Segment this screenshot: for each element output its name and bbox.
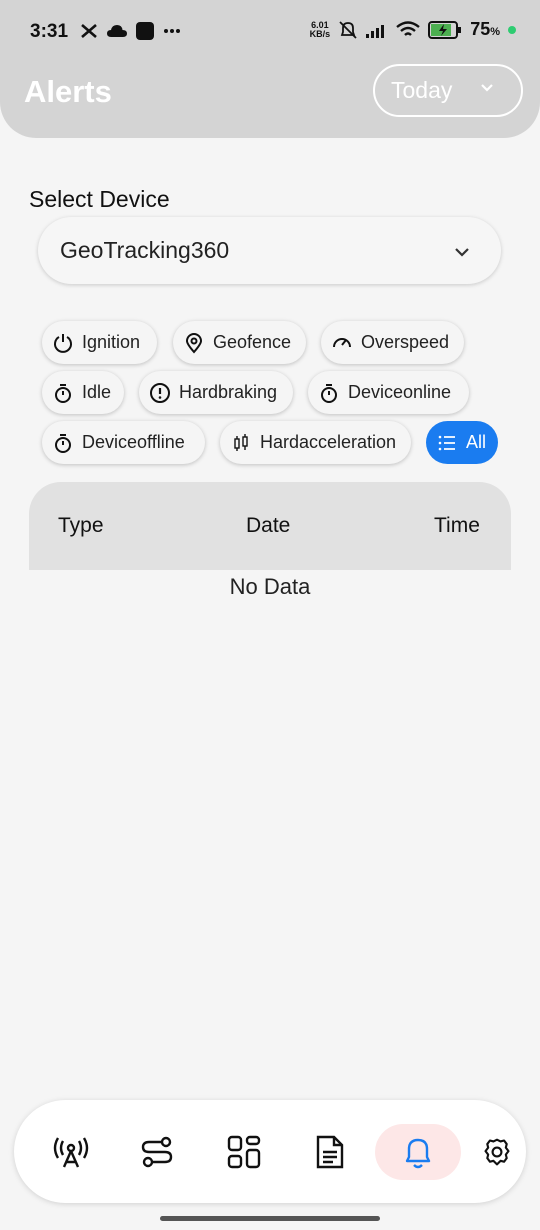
app-square-icon <box>136 22 154 40</box>
capcut-icon <box>81 24 97 38</box>
filter-chip-hardbraking[interactable]: Hardbraking <box>139 371 293 414</box>
network-speed: 6.01 KB/s <box>309 20 331 39</box>
route-icon <box>141 1136 173 1168</box>
device-selected-value: GeoTracking360 <box>60 237 230 263</box>
nav-live-tracking[interactable] <box>41 1122 101 1182</box>
cloud-icon <box>107 25 127 37</box>
filter-chip-label: Hardacceleration <box>260 432 397 452</box>
filter-chip-label: Overspeed <box>361 332 450 352</box>
nav-dashboard[interactable] <box>214 1122 274 1182</box>
stopwatch-icon <box>55 383 71 403</box>
page-title: Alerts <box>24 74 112 109</box>
nav-alerts[interactable] <box>375 1124 461 1180</box>
bell-icon <box>405 1138 431 1169</box>
filter-chip-idle[interactable]: Idle <box>42 371 124 414</box>
date-filter-dropdown[interactable]: Today <box>373 64 523 117</box>
filter-chip-deviceonline[interactable]: Deviceonline <box>308 371 469 414</box>
chevron-down-icon <box>455 248 469 257</box>
status-time: 3:31 <box>30 21 69 42</box>
location-pin-icon <box>185 332 203 354</box>
battery-charging-icon <box>428 20 462 39</box>
dashboard-grid-icon <box>227 1135 261 1169</box>
report-document-icon <box>316 1135 344 1169</box>
bell-muted-icon <box>339 20 357 39</box>
filter-chip-label: Deviceonline <box>348 382 452 402</box>
filter-chip-label: Ignition <box>82 332 141 352</box>
filter-chip-ignition[interactable]: Ignition <box>42 321 157 364</box>
filter-chip-geofence[interactable]: Geofence <box>173 321 306 364</box>
column-header-date: Date <box>246 514 291 537</box>
filter-chip-all[interactable]: All <box>426 421 498 464</box>
status-bar: 3:31 6.01 KB/s 75% <box>0 0 540 62</box>
battery-percent: 75% <box>470 19 500 39</box>
nav-routes[interactable] <box>127 1122 187 1182</box>
net-speed-unit: KB/s <box>309 28 331 39</box>
bottom-navigation <box>14 1100 526 1203</box>
filter-chip-hardacceleration[interactable]: Hardacceleration <box>220 421 411 464</box>
filter-chip-overspeed[interactable]: Overspeed <box>321 321 464 364</box>
app-header: 3:31 6.01 KB/s 75% Alerts Today <box>0 0 540 138</box>
filter-chip-label: Idle <box>82 382 112 402</box>
alert-circle-icon <box>150 382 170 403</box>
alerts-table-header: Type Date Time <box>29 482 511 570</box>
filter-chip-deviceoffline[interactable]: Deviceoffline <box>42 421 205 464</box>
filter-chip-label: Hardbraking <box>179 382 278 402</box>
status-dot-icon <box>508 25 516 34</box>
broadcast-tower-icon <box>53 1137 89 1168</box>
power-icon <box>54 333 72 353</box>
column-header-time: Time <box>434 514 480 537</box>
candlestick-icon <box>234 433 248 451</box>
empty-state-text: No Data <box>229 574 311 599</box>
nav-reports[interactable] <box>300 1122 360 1182</box>
device-dropdown[interactable]: GeoTracking360 <box>38 217 501 284</box>
wifi-icon <box>396 20 420 36</box>
filter-chip-label: All <box>466 432 487 452</box>
stopwatch-icon <box>55 433 71 453</box>
speedometer-icon <box>333 337 351 347</box>
stopwatch-icon <box>321 383 337 403</box>
filter-chip-label: Geofence <box>213 332 292 352</box>
select-device-label: Select Device <box>29 186 170 212</box>
chevron-down-icon <box>481 84 493 92</box>
list-icon <box>438 435 455 450</box>
home-indicator <box>160 1216 380 1221</box>
column-header-type: Type <box>58 514 104 537</box>
signal-icon <box>366 24 385 38</box>
filter-chip-label: Deviceoffline <box>82 432 185 452</box>
more-dots-icon <box>164 29 180 33</box>
nav-settings[interactable] <box>482 1122 512 1182</box>
date-filter-value: Today <box>391 77 453 103</box>
settings-gear-icon <box>484 1138 510 1166</box>
